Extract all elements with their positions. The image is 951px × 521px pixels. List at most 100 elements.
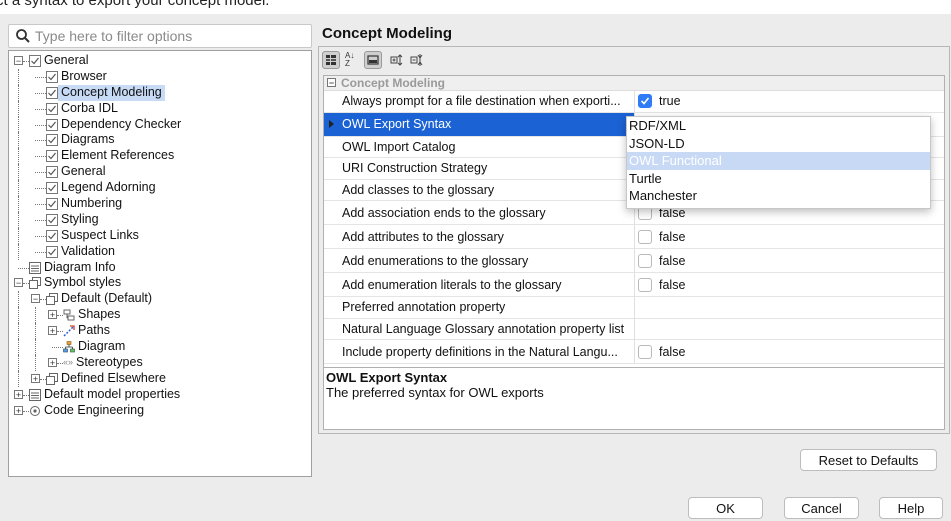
property-name: Preferred annotation property	[342, 300, 506, 315]
property-value-text: true	[659, 94, 681, 109]
tree-item[interactable]: + Code Engineering	[9, 403, 311, 419]
checkbox-icon	[46, 118, 58, 131]
help-button[interactable]: Help	[879, 497, 943, 519]
description-title: OWL Export Syntax	[326, 370, 448, 385]
tree-item-label: Element References	[61, 148, 175, 163]
grid-group-label: Concept Modeling	[341, 76, 445, 90]
ok-button[interactable]: OK	[688, 497, 763, 519]
dropdown-option[interactable]: Manchester	[627, 187, 930, 205]
filter-search-box[interactable]	[8, 24, 312, 48]
cancel-button[interactable]: Cancel	[784, 497, 859, 519]
property-value[interactable]: false	[638, 249, 685, 272]
collapse-all-button[interactable]	[408, 51, 426, 69]
property-row[interactable]: Preferred annotation property	[324, 297, 944, 319]
list-icon	[29, 388, 41, 401]
reset-to-defaults-button[interactable]: Reset to Defaults	[800, 449, 937, 471]
tree-item[interactable]: + Paths	[9, 323, 311, 340]
tree-item[interactable]: Element References	[9, 148, 311, 165]
tree-item[interactable]: Diagram Info	[9, 260, 311, 276]
tree-item[interactable]: Diagram	[9, 339, 311, 355]
collapse-panel-icon	[367, 55, 379, 65]
properties-panel: A↓Z − Concept Modeling Always prompt for…	[318, 46, 950, 434]
checkbox-checked-icon[interactable]	[638, 94, 652, 109]
property-value-text: false	[659, 253, 686, 268]
expand-node-icon[interactable]: +	[48, 357, 57, 367]
collapse-node-icon[interactable]: −	[14, 278, 23, 288]
property-row[interactable]: Add enumerations to the glossary false	[324, 249, 944, 273]
tree-item[interactable]: Diagrams	[9, 132, 311, 149]
property-row[interactable]: Always prompt for a file destination whe…	[324, 91, 944, 113]
property-value[interactable]: false	[638, 273, 685, 296]
tree-item[interactable]: + Default model properties	[9, 387, 311, 403]
page-title: Concept Modeling	[322, 25, 452, 42]
grid-group-header[interactable]: − Concept Modeling	[324, 76, 944, 91]
collapse-node-icon[interactable]: −	[31, 294, 40, 304]
property-name: Add enumeration literals to the glossary	[342, 277, 562, 292]
tree-item[interactable]: Concept Modeling	[9, 84, 311, 101]
dropdown-option[interactable]: JSON-LD	[627, 135, 930, 153]
checkbox-unchecked-icon[interactable]	[638, 344, 652, 359]
checkbox-icon	[46, 150, 58, 163]
collapse-node-icon[interactable]: −	[14, 56, 23, 66]
dropdown-option[interactable]: OWL Functional	[627, 152, 930, 170]
tree-item-label: Numbering	[61, 196, 123, 211]
instruction-text-strip: ct a syntax to export your concept model…	[0, 0, 951, 14]
expand-node-icon[interactable]: +	[14, 389, 23, 399]
tree-item[interactable]: Styling	[9, 211, 311, 228]
tree-item[interactable]: Validation	[9, 243, 311, 260]
checkbox-unchecked-icon[interactable]	[638, 229, 652, 244]
sort-alphabetical-button[interactable]: A↓Z	[342, 51, 360, 69]
stereotype-icon: «»	[63, 356, 74, 367]
owl-export-syntax-dropdown[interactable]: RDF/XML JSON-LD OWL Functional Turtle Manche…	[626, 116, 931, 209]
tree-item[interactable]: + Defined Elsewhere	[9, 370, 311, 387]
tree-item[interactable]: − General	[9, 53, 311, 69]
tree-item[interactable]: Legend Adorning	[9, 180, 311, 197]
expand-node-icon[interactable]: +	[48, 326, 57, 336]
collapse-group-icon[interactable]: −	[327, 78, 336, 88]
property-row[interactable]: Include property definitions in the Natu…	[324, 340, 944, 364]
tree-item-label: Stereotypes	[76, 354, 143, 369]
tree-item[interactable]: + «» Stereotypes	[9, 354, 311, 371]
options-tree-panel: − General Browser Concept Modeling Corba IDL…	[8, 50, 312, 477]
tree-item[interactable]: − Default (Default)	[9, 291, 311, 308]
expand-all-button[interactable]	[388, 51, 406, 69]
description-panel-toggle-button[interactable]	[364, 51, 382, 69]
tree-item[interactable]: Browser	[9, 68, 311, 85]
tree-item[interactable]: + Shapes	[9, 307, 311, 324]
tree-item-label: Paths	[78, 323, 110, 338]
expand-all-icon	[390, 54, 403, 66]
tree-item[interactable]: Numbering	[9, 196, 311, 212]
paths-icon	[63, 325, 75, 337]
dropdown-option[interactable]: Turtle	[627, 170, 930, 188]
checkbox-icon	[46, 245, 58, 258]
checkbox-icon	[46, 102, 58, 115]
dropdown-option[interactable]: RDF/XML	[627, 117, 930, 135]
property-value[interactable]: false	[638, 225, 685, 248]
tree-item[interactable]: Suspect Links	[9, 227, 311, 244]
tree-item-label: Corba IDL	[61, 100, 118, 115]
property-name: URI Construction Strategy	[342, 161, 488, 176]
expand-node-icon[interactable]: +	[48, 310, 57, 320]
property-name: Add association ends to the glossary	[342, 205, 546, 220]
expand-node-icon[interactable]: +	[31, 373, 40, 383]
property-row[interactable]: Natural Language Glossary annotation pro…	[324, 318, 944, 340]
tree-item[interactable]: General	[9, 164, 311, 181]
checkbox-icon	[29, 55, 41, 67]
checkbox-icon	[46, 229, 58, 242]
styles-icon	[29, 277, 41, 290]
tree-item[interactable]: Corba IDL	[9, 100, 311, 117]
property-row[interactable]: Add enumeration literals to the glossary…	[324, 273, 944, 297]
property-value[interactable]: true	[638, 91, 681, 112]
tree-item-label: Dependency Checker	[61, 116, 182, 131]
expand-node-icon[interactable]: +	[14, 405, 23, 415]
tree-item-label: Styling	[61, 211, 99, 226]
checkbox-unchecked-icon[interactable]	[638, 277, 652, 292]
tree-item[interactable]: Dependency Checker	[9, 116, 311, 133]
tree-item[interactable]: − Symbol styles	[9, 275, 311, 291]
categorized-view-button[interactable]	[322, 51, 340, 69]
checkbox-unchecked-icon[interactable]	[638, 253, 652, 268]
property-value[interactable]: false	[638, 340, 685, 363]
property-row[interactable]: Add attributes to the glossary false	[324, 225, 944, 249]
tree-item-label: General	[61, 164, 106, 179]
filter-search-input[interactable]	[33, 26, 307, 46]
